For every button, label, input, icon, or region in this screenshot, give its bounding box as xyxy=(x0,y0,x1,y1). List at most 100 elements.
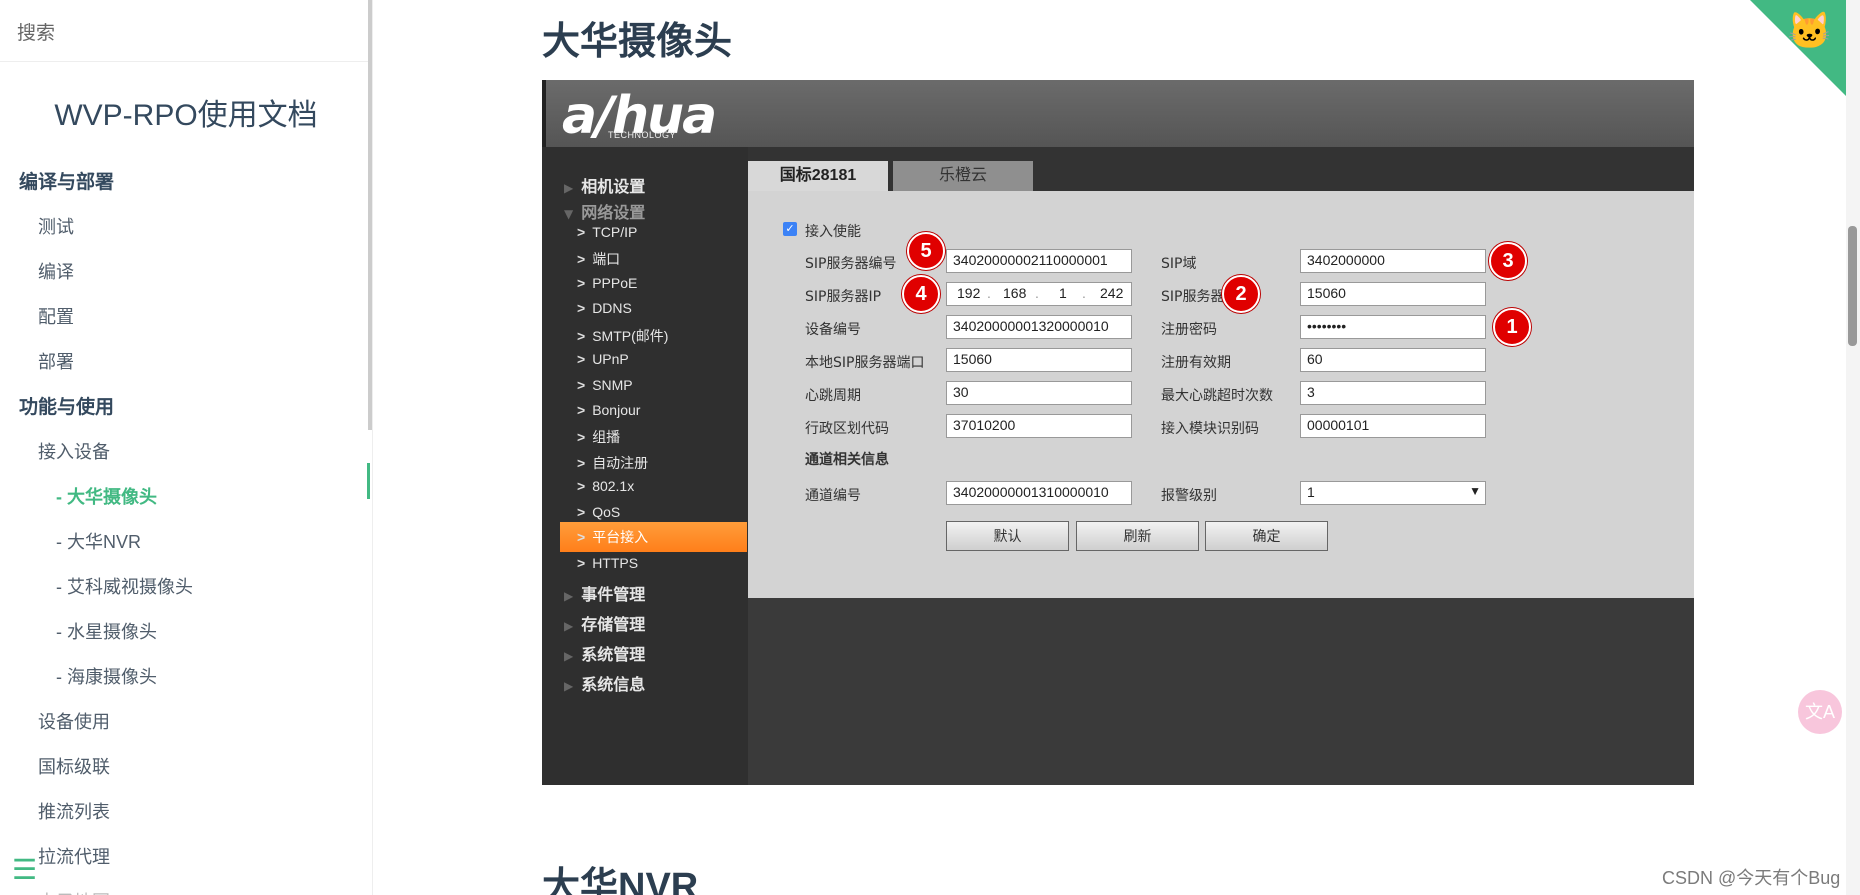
cam-sub-snmp[interactable]: > SNMP xyxy=(577,377,753,393)
cam-sub-label: UPnP xyxy=(592,351,629,367)
cam-menu-storage[interactable]: ▶ 存储管理 xyxy=(564,611,645,635)
reg-validity-field[interactable]: 60 xyxy=(1300,348,1486,372)
cam-menu-system[interactable]: ▶ 系统管理 xyxy=(564,641,645,665)
chevron-right-icon: > xyxy=(577,504,586,520)
device-id-label: 设备编号 xyxy=(805,322,861,338)
ip-octet-4[interactable]: 242 xyxy=(1100,285,1123,301)
cam-sub-ddns[interactable]: > DDNS xyxy=(577,300,753,316)
cam-sub-platform-access[interactable]: > 平台接入 xyxy=(560,522,747,552)
nav-sub-dahua-camera[interactable]: - 大华摄像头 xyxy=(0,475,372,520)
region-label: 行政区划代码 xyxy=(805,421,889,437)
cam-sub-label: SMTP(邮件) xyxy=(592,328,669,344)
chevron-right-icon: > xyxy=(577,455,586,471)
sip-domain-field[interactable]: 3402000000 xyxy=(1300,249,1486,273)
chevron-right-icon: > xyxy=(577,300,586,316)
sip-server-port-field[interactable]: 15060 xyxy=(1300,282,1486,306)
chevron-right-icon: > xyxy=(577,429,586,445)
cam-sub-multicast[interactable]: > 组播 xyxy=(577,427,753,447)
nav-sub-mercury-camera[interactable]: - 水星摄像头 xyxy=(0,610,372,655)
camera-screenshot: a/hua TECHNOLOGY ▶ 相机设置 ▼ 网络设置 > TCP/IP > 端口… xyxy=(542,80,1694,785)
cam-sub-label: TCP/IP xyxy=(592,224,638,240)
cam-sub-smtp[interactable]: > SMTP(邮件) xyxy=(577,326,753,346)
nav-sub-hikvision-camera[interactable]: - 海康摄像头 xyxy=(0,655,372,700)
region-field[interactable]: 37010200 xyxy=(946,414,1132,438)
alarm-level-value: 1 xyxy=(1307,484,1315,500)
ip-octet-2[interactable]: 168 xyxy=(1003,285,1026,301)
chevron-right-icon: > xyxy=(577,351,586,367)
translate-button[interactable]: 文A xyxy=(1798,690,1842,734)
ip-octet-3[interactable]: 1 xyxy=(1059,285,1067,301)
confirm-button[interactable]: 确定 xyxy=(1205,521,1328,551)
nav-item-test[interactable]: 测试 xyxy=(0,205,372,250)
refresh-button[interactable]: 刷新 xyxy=(1076,521,1199,551)
nav-sub-dahua-nvr[interactable]: - 大华NVR xyxy=(0,520,372,565)
page-scrollbar[interactable] xyxy=(1846,0,1860,895)
local-port-label: 本地SIP服务器端口 xyxy=(805,355,925,371)
tab-lecheng[interactable]: 乐橙云 xyxy=(893,161,1033,191)
cam-sub-qos[interactable]: > QoS xyxy=(577,504,753,520)
channel-info-label: 通道相关信息 xyxy=(805,452,889,468)
cam-sub-upnp[interactable]: > UPnP xyxy=(577,351,753,367)
reg-password-field[interactable]: •••••••• xyxy=(1300,315,1486,339)
triangle-down-icon: ▼ xyxy=(564,207,574,221)
sidebar-scrollbar[interactable] xyxy=(368,0,372,430)
chevron-right-icon: > xyxy=(577,555,586,571)
nav-item-map[interactable]: 电子地图 xyxy=(0,880,372,895)
enable-checkbox[interactable]: ✓ xyxy=(783,222,797,236)
app-name[interactable]: WVP-RPO使用文档 xyxy=(0,90,372,134)
triangle-right-icon: ▶ xyxy=(564,649,574,663)
ip-octet-1[interactable]: 192 xyxy=(957,285,980,301)
nav-item-access-device[interactable]: 接入设备 xyxy=(0,430,372,475)
cam-menu-event[interactable]: ▶ 事件管理 xyxy=(564,581,645,605)
cam-sub-pppoe[interactable]: > PPPoE xyxy=(577,275,753,291)
max-timeout-field[interactable]: 3 xyxy=(1300,381,1486,405)
local-port-field[interactable]: 15060 xyxy=(946,348,1132,372)
cam-menu-label: 事件管理 xyxy=(581,585,646,604)
search-input[interactable]: 搜索 xyxy=(0,0,372,62)
cam-menu-camera[interactable]: ▶ 相机设置 xyxy=(564,173,645,197)
cam-sub-tcpip[interactable]: > TCP/IP xyxy=(577,224,753,240)
chevron-down-icon: ▼ xyxy=(1469,484,1481,498)
cam-menu-network[interactable]: ▼ 网络设置 xyxy=(564,199,645,223)
device-id-field[interactable]: 34020000001320000010 xyxy=(946,315,1132,339)
nav-item-device-usage[interactable]: 设备使用 xyxy=(0,700,372,745)
annotation-badge-5: 5 xyxy=(907,232,945,270)
nav-sub-aikewei-camera[interactable]: - 艾科威视摄像头 xyxy=(0,565,372,610)
alarm-level-select[interactable]: 1 ▼ xyxy=(1300,481,1486,505)
cam-menu-info[interactable]: ▶ 系统信息 xyxy=(564,671,645,695)
cam-sub-auto-register[interactable]: > 自动注册 xyxy=(577,453,753,473)
alarm-level-label: 报警级别 xyxy=(1161,488,1217,504)
tab-gb28181[interactable]: 国标28181 xyxy=(748,161,888,191)
module-id-field[interactable]: 00000101 xyxy=(1300,414,1486,438)
nav-item-compile[interactable]: 编译 xyxy=(0,250,372,295)
nav-item-deploy[interactable]: 部署 xyxy=(0,340,372,385)
ip-dot: . xyxy=(1082,285,1086,301)
heartbeat-field[interactable]: 30 xyxy=(946,381,1132,405)
cam-sub-bonjour[interactable]: > Bonjour xyxy=(577,402,753,418)
cam-sub-label: 组播 xyxy=(592,429,621,445)
nav-item-gb-cascade[interactable]: 国标级联 xyxy=(0,745,372,790)
page-scroll-thumb[interactable] xyxy=(1848,226,1857,346)
menu-icon[interactable]: ☰ xyxy=(12,856,37,884)
active-indicator xyxy=(367,463,370,499)
cam-sub-https[interactable]: > HTTPS xyxy=(577,555,753,571)
sip-server-ip-field[interactable]: 192 . 168 . 1 . 242 xyxy=(946,282,1132,306)
nav-item-pull-proxy[interactable]: 拉流代理 xyxy=(0,835,372,880)
cam-sub-8021x[interactable]: >802.1x xyxy=(577,478,753,494)
channel-id-field[interactable]: 34020000001310000010 xyxy=(946,481,1132,505)
cam-sub-label: 802.1x xyxy=(592,478,635,494)
chevron-right-icon: > xyxy=(577,478,586,494)
cam-sub-label: 端口 xyxy=(592,251,621,267)
nav-item-config[interactable]: 配置 xyxy=(0,295,372,340)
triangle-right-icon: ▶ xyxy=(564,679,574,693)
cam-sub-port[interactable]: > 端口 xyxy=(577,249,753,269)
cam-sub-label: 平台接入 xyxy=(592,529,649,545)
nav-section-features[interactable]: 功能与使用 xyxy=(0,385,372,430)
sip-server-id-label: SIP服务器编号 xyxy=(805,256,897,272)
github-icon[interactable]: 🐱 xyxy=(1787,10,1832,52)
annotation-badge-3: 3 xyxy=(1489,242,1527,280)
default-button[interactable]: 默认 xyxy=(946,521,1069,551)
sip-server-id-field[interactable]: 34020000002110000001 xyxy=(946,249,1132,273)
nav-section-build-deploy[interactable]: 编译与部署 xyxy=(0,160,372,205)
nav-item-push-list[interactable]: 推流列表 xyxy=(0,790,372,835)
